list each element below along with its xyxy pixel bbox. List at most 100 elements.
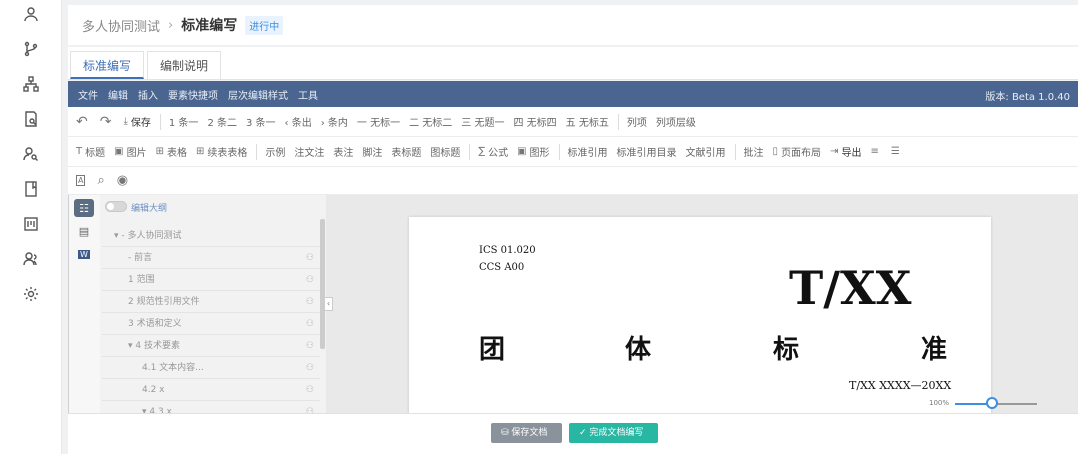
heading-button[interactable]: T 标题 (76, 144, 105, 159)
menu-level-styles[interactable]: 层次编辑样式 (228, 87, 288, 102)
save-label: 保存 (130, 118, 151, 129)
assignee-icon[interactable]: ⚇ (306, 401, 314, 413)
assignee-icon[interactable]: ⚇ (306, 291, 314, 313)
assignee-icon[interactable]: ⚇ (306, 269, 314, 291)
example-button[interactable]: 示例 (265, 144, 285, 159)
zoom-handle[interactable] (985, 397, 998, 409)
footnote-button[interactable]: 脚注 (362, 144, 382, 159)
collapse-panel-button[interactable]: ‹ (324, 297, 333, 311)
tab-compilation-notes[interactable]: 编制说明 (147, 51, 222, 79)
menu-edit[interactable]: 编辑 (108, 87, 128, 102)
zoom-slider[interactable] (955, 397, 1037, 409)
outline-item-label: 2 规范性引用文件 (128, 297, 200, 307)
table-note-button[interactable]: 表注 (333, 144, 353, 159)
outline-scrollbar[interactable] (320, 219, 325, 349)
outline-item[interactable]: ▾ 4.3 x ⚇ (102, 401, 320, 413)
breadcrumb-parent[interactable]: 多人协同测试 (82, 16, 160, 35)
shape-button[interactable]: ▣ 图形 (517, 144, 549, 159)
outline-item[interactable]: 4.1 文本内容... ⚇ (102, 357, 320, 379)
outdent-button[interactable]: ‹ 条出 (285, 114, 312, 129)
outline-item[interactable]: 3 术语和定义 ⚇ (102, 313, 320, 335)
assignee-icon[interactable]: ⚇ (306, 379, 314, 401)
level-3-button[interactable]: 3 条一 (246, 114, 276, 129)
untitled-2-button[interactable]: 二 无标二 (409, 114, 452, 129)
word-view-button[interactable]: W (74, 245, 94, 263)
list-item-button[interactable]: 列项 (627, 114, 647, 129)
finish-document-label: 完成文档编写 (589, 428, 644, 438)
board-icon[interactable] (23, 216, 39, 232)
list-level-button[interactable]: 列项层级 (656, 114, 696, 129)
outline-view-button[interactable]: ☷ (74, 199, 94, 217)
redo-button[interactable]: ↷ (100, 114, 115, 130)
standard-type-char: 标 (773, 335, 800, 365)
heading-label: 标题 (85, 148, 106, 159)
untitled-3-button[interactable]: 三 无题一 (461, 114, 504, 129)
align-justify-button[interactable]: ☰ (891, 146, 903, 157)
continued-table-button[interactable]: ⊞ 续表表格 (196, 144, 247, 159)
table-button[interactable]: ⊞ 表格 (156, 144, 187, 159)
toolbar-structure: ↶ ↷ ⤓ 保存 1 条一 2 条二 3 条一 ‹ 条出 › 条内 一 无标一 二… (68, 107, 1078, 137)
untitled-4-button[interactable]: 四 无标四 (513, 114, 556, 129)
note-button[interactable]: 注文注 (294, 144, 324, 159)
outline-item-label: 4.1 文本内容... (142, 363, 204, 373)
assignee-icon[interactable]: ⚇ (306, 335, 314, 357)
save-document-button[interactable]: ⛁ 保存文档 (491, 423, 562, 443)
assignee-icon[interactable]: ⚇ (306, 247, 314, 269)
assignee-icon[interactable]: ⚇ (306, 313, 314, 335)
book-icon[interactable] (23, 181, 39, 197)
page-layout-button[interactable]: ▯ 页面布局 (773, 144, 822, 159)
search-button[interactable]: ⌕ (97, 173, 107, 188)
outline-item[interactable]: 2 规范性引用文件 ⚇ (102, 291, 320, 313)
align-left-button[interactable]: ≡ (870, 146, 881, 157)
breadcrumb: 多人协同测试 › 标准编写 进行中 (68, 5, 1078, 45)
literature-reference-button[interactable]: 文献引用 (686, 144, 726, 159)
save-icon: ⛁ (501, 428, 512, 438)
undo-button[interactable]: ↶ (76, 114, 91, 130)
outline-item[interactable]: ▾ - 多人协同测试 (102, 225, 320, 247)
outline-item[interactable]: - 前言 ⚇ (102, 247, 320, 269)
outline-item[interactable]: 4.2 x ⚇ (102, 379, 320, 401)
edit-outline-toggle[interactable] (105, 201, 127, 212)
users-search-icon[interactable] (23, 146, 39, 162)
document-search-icon[interactable] (23, 111, 39, 127)
user-icon[interactable] (23, 6, 39, 22)
outline-item[interactable]: ▾ 4 技术要素 ⚇ (102, 335, 320, 357)
tab-standard-writing[interactable]: 标准编写 (70, 51, 145, 79)
footer-bar: ⛁ 保存文档 ✓ 完成文档编写 (68, 413, 1078, 454)
menu-insert[interactable]: 插入 (138, 87, 158, 102)
figure-title-button[interactable]: 图标题 (430, 144, 460, 159)
settings-icon[interactable] (23, 286, 39, 302)
preview-button[interactable]: ◉ (117, 173, 131, 188)
org-icon[interactable] (23, 76, 39, 92)
untitled-1-button[interactable]: 一 无标一 (357, 114, 400, 129)
standard-reference-list-button[interactable]: 标准引用目录 (617, 144, 677, 159)
left-sidebar (0, 0, 62, 454)
shape-icon: ▣ (517, 146, 527, 157)
assignee-icon[interactable]: ⚇ (306, 357, 314, 379)
ics-code: ICS 01.020 (479, 245, 536, 256)
untitled-5-button[interactable]: 五 无标五 (566, 114, 609, 129)
level-1-button[interactable]: 1 条一 (169, 114, 199, 129)
image-button[interactable]: ▣ 图片 (114, 144, 146, 159)
menu-tools[interactable]: 工具 (298, 87, 318, 102)
export-button[interactable]: ⇥ 导出 (830, 144, 861, 159)
user-group-icon[interactable] (23, 251, 39, 267)
document-view-button[interactable]: ▤ (74, 222, 94, 240)
save-button[interactable]: ⤓ 保存 (123, 114, 150, 129)
indent-button[interactable]: › 条内 (321, 114, 348, 129)
menu-element-shortcuts[interactable]: 要素快捷项 (168, 87, 218, 102)
finish-document-button[interactable]: ✓ 完成文档编写 (569, 423, 658, 443)
format-button[interactable]: A (76, 175, 88, 186)
version-label: 版本: Beta 1.0.40 (985, 92, 1070, 103)
formula-button[interactable]: ∑ 公式 (478, 144, 508, 159)
branch-icon[interactable] (23, 41, 39, 57)
outline-item[interactable]: 1 范围 ⚇ (102, 269, 320, 291)
standard-reference-button[interactable]: 标准引用 (568, 144, 608, 159)
level-2-button[interactable]: 2 条二 (207, 114, 237, 129)
outline-item-label: - 前言 (128, 253, 153, 263)
document-page[interactable]: ICS 01.020 CCS A00 T/XX 团 体 标 准 T/XX XXX… (409, 217, 991, 413)
comment-button[interactable]: 批注 (744, 144, 764, 159)
table-title-button[interactable]: 表标题 (391, 144, 421, 159)
menu-file[interactable]: 文件 (78, 87, 98, 102)
editor-area: ☷ ▤ W 编辑大纲 ▾ - 多人协同测试 - 前言 ⚇ 1 范围 ⚇ 2 规范性引用文件… (68, 195, 1078, 413)
